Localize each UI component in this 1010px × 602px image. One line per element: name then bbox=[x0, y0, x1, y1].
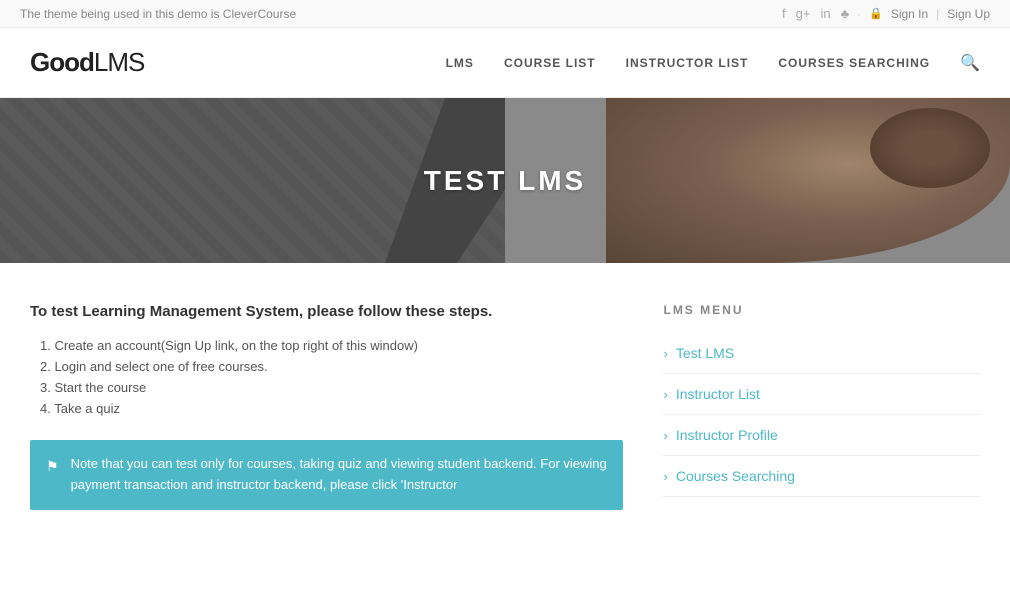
logo-light: LMS bbox=[94, 47, 144, 77]
hero-title: TEST LMS bbox=[424, 165, 586, 197]
auth-links: 🔒 Sign In | Sign Up bbox=[869, 7, 990, 21]
linkedin-icon[interactable]: in bbox=[820, 6, 830, 21]
intro-text: To test Learning Management System, plea… bbox=[30, 303, 623, 320]
sign-up-link[interactable]: Sign Up bbox=[947, 7, 990, 21]
logo-bold: Good bbox=[30, 47, 94, 77]
header: GoodLMS LMS COURSE LIST INSTRUCTOR LIST … bbox=[0, 28, 1010, 98]
googleplus-icon[interactable]: g+ bbox=[796, 6, 811, 21]
facebook-icon[interactable]: f bbox=[782, 6, 786, 21]
step-1: 1. Create an account(Sign Up link, on th… bbox=[40, 338, 623, 353]
step-2: 2. Login and select one of free courses. bbox=[40, 359, 623, 374]
sidebar-title: LMS MENU bbox=[663, 303, 980, 317]
chevron-icon-4: › bbox=[663, 469, 667, 484]
sidebar-item-test-lms[interactable]: › Test LMS bbox=[663, 333, 980, 374]
steps-list: 1. Create an account(Sign Up link, on th… bbox=[30, 338, 623, 416]
sidebar-menu: › Test LMS › Instructor List › Instructo… bbox=[663, 333, 980, 497]
nav-lms[interactable]: LMS bbox=[446, 56, 474, 70]
chevron-icon-1: › bbox=[663, 346, 667, 361]
main-content: To test Learning Management System, plea… bbox=[0, 263, 1010, 540]
sidebar-link-instructor-profile[interactable]: Instructor Profile bbox=[676, 427, 778, 443]
logo[interactable]: GoodLMS bbox=[30, 47, 144, 78]
sidebar-item-instructor-list[interactable]: › Instructor List bbox=[663, 374, 980, 415]
dot-separator: · bbox=[857, 7, 861, 21]
hero-banner: TEST LMS bbox=[0, 98, 1010, 263]
nav-courses-searching[interactable]: COURSES SEARCHING bbox=[778, 56, 930, 70]
note-text: Note that you can test only for courses,… bbox=[71, 454, 608, 496]
sidebar-item-instructor-profile[interactable]: › Instructor Profile bbox=[663, 415, 980, 456]
lock-icon: 🔒 bbox=[869, 7, 883, 20]
theme-note: The theme being used in this demo is Cle… bbox=[20, 7, 296, 21]
chevron-icon-3: › bbox=[663, 428, 667, 443]
flag-icon: ⚑ bbox=[46, 455, 59, 477]
step-3: 3. Start the course bbox=[40, 380, 623, 395]
main-nav: LMS COURSE LIST INSTRUCTOR LIST COURSES … bbox=[446, 53, 980, 73]
search-icon[interactable]: 🔍 bbox=[960, 53, 980, 73]
sidebar-item-courses-searching[interactable]: › Courses Searching bbox=[663, 456, 980, 497]
sign-in-link[interactable]: Sign In bbox=[891, 7, 928, 21]
sidebar-link-test-lms[interactable]: Test LMS bbox=[676, 345, 734, 361]
pinterest-icon[interactable]: ♣ bbox=[841, 6, 850, 21]
note-box: ⚑ Note that you can test only for course… bbox=[30, 440, 623, 510]
content-right: LMS MENU › Test LMS › Instructor List › … bbox=[663, 303, 980, 510]
nav-course-list[interactable]: COURSE LIST bbox=[504, 56, 596, 70]
social-icons: f g+ in ♣ bbox=[782, 6, 849, 21]
chevron-icon-2: › bbox=[663, 387, 667, 402]
nav-instructor-list[interactable]: INSTRUCTOR LIST bbox=[626, 56, 749, 70]
auth-separator: | bbox=[936, 7, 939, 21]
step-4: 4. Take a quiz bbox=[40, 401, 623, 416]
sidebar-link-courses-searching[interactable]: Courses Searching bbox=[676, 468, 795, 484]
content-left: To test Learning Management System, plea… bbox=[30, 303, 623, 510]
top-bar-right: f g+ in ♣ · 🔒 Sign In | Sign Up bbox=[782, 6, 990, 21]
top-bar: The theme being used in this demo is Cle… bbox=[0, 0, 1010, 28]
sidebar-link-instructor-list[interactable]: Instructor List bbox=[676, 386, 760, 402]
